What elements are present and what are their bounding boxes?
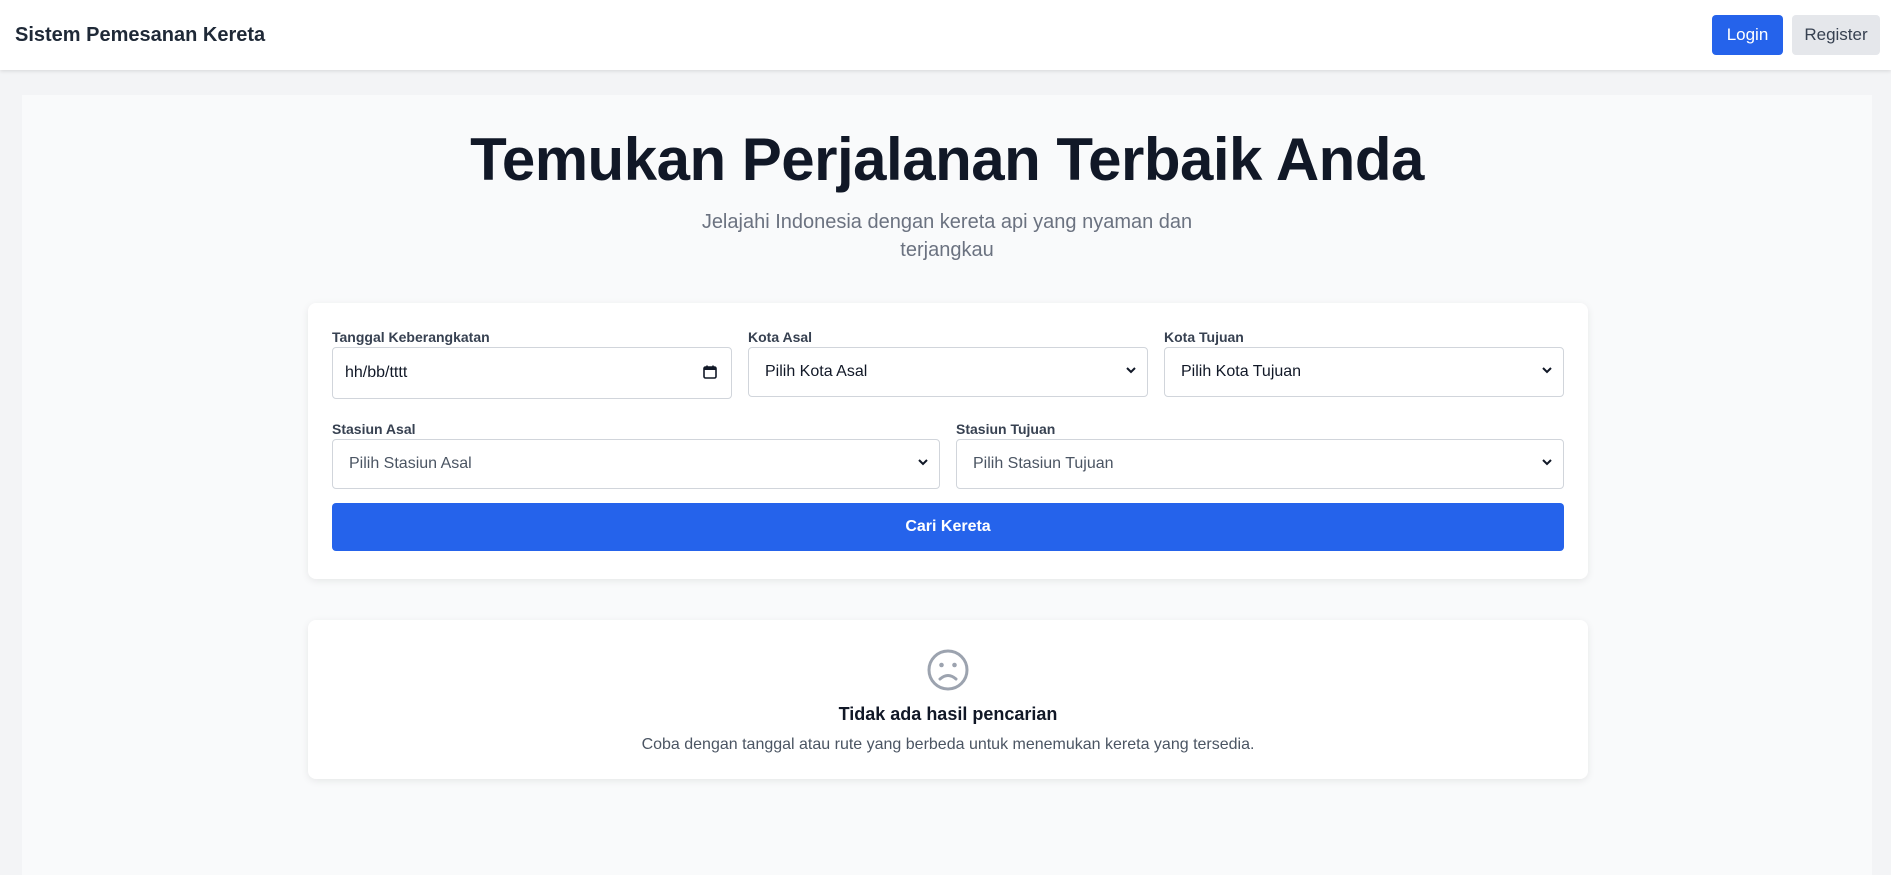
date-input[interactable]: hh/bb/tttt bbox=[332, 347, 732, 399]
chevron-down-icon bbox=[1126, 367, 1136, 374]
brand-title[interactable]: Sistem Pemesanan Kereta bbox=[15, 24, 265, 47]
calendar-icon[interactable] bbox=[703, 365, 717, 379]
hero-title: Temukan Perjalanan Terbaik Anda bbox=[470, 126, 1424, 193]
destination-station-select[interactable]: Pilih Stasiun Tujuan bbox=[956, 439, 1564, 489]
hero-subtitle: Jelajahi Indonesia dengan kereta api yan… bbox=[701, 211, 1193, 261]
navbar: Sistem Pemesanan Kereta Login Register bbox=[0, 0, 1891, 70]
origin-station-label: Stasiun Asal bbox=[332, 421, 416, 437]
destination-station-selected: Pilih Stasiun Tujuan bbox=[973, 455, 1114, 472]
origin-station-select[interactable]: Pilih Stasiun Asal bbox=[332, 439, 940, 489]
origin-city-selected: Pilih Kota Asal bbox=[765, 363, 868, 380]
login-button[interactable]: Login bbox=[1712, 15, 1783, 55]
empty-results-description: Coba dengan tanggal atau rute yang berbe… bbox=[641, 736, 1255, 753]
destination-city-label: Kota Tujuan bbox=[1164, 329, 1244, 345]
destination-station-label: Stasiun Tujuan bbox=[956, 421, 1056, 437]
origin-city-select[interactable]: Pilih Kota Asal bbox=[748, 347, 1148, 397]
date-input-value: hh/bb/tttt bbox=[345, 364, 408, 381]
destination-city-selected: Pilih Kota Tujuan bbox=[1181, 363, 1302, 380]
destination-city-select[interactable]: Pilih Kota Tujuan bbox=[1164, 347, 1564, 397]
chevron-down-icon bbox=[918, 459, 928, 466]
chevron-down-icon bbox=[1542, 459, 1552, 466]
origin-station-selected: Pilih Stasiun Asal bbox=[349, 455, 472, 472]
date-label: Tanggal Keberangkatan bbox=[332, 329, 490, 345]
search-results-card: Tidak ada hasil pencarian Coba dengan ta… bbox=[308, 620, 1588, 779]
origin-city-label: Kota Asal bbox=[748, 329, 813, 345]
register-button[interactable]: Register bbox=[1792, 15, 1880, 55]
search-trains-button[interactable]: Cari Kereta bbox=[332, 503, 1564, 551]
sad-face-icon bbox=[927, 649, 969, 691]
empty-results-title: Tidak ada hasil pencarian bbox=[838, 704, 1058, 724]
search-form-card: Tanggal Keberangkatan hh/bb/tttt Kota As… bbox=[308, 303, 1588, 579]
main-content: Temukan Perjalanan Terbaik Anda Jelajahi… bbox=[22, 95, 1872, 875]
chevron-down-icon bbox=[1542, 367, 1552, 374]
